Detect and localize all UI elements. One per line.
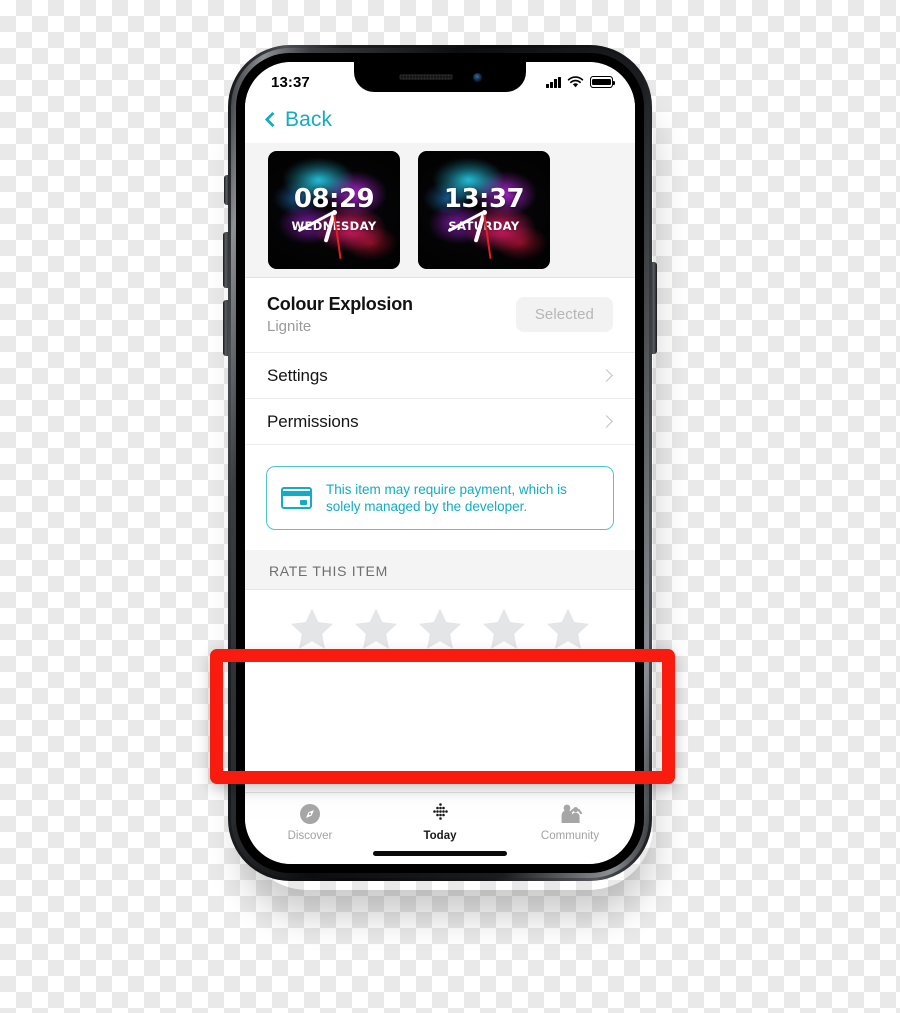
tab-today[interactable]: Today — [388, 802, 492, 842]
phone-frame-inner: 13:37 Back 08:29 13:37 SATURDAY Colour E… — [231, 48, 649, 878]
status-bar-time: 13:37 — [271, 73, 310, 91]
item-detail-text: Colour Explosion Lignite — [267, 294, 413, 335]
cellular-signal-icon — [546, 76, 561, 88]
tab-label: Today — [423, 830, 457, 842]
chevron-right-icon — [600, 369, 613, 382]
payment-notice-text: This item may require payment, which is … — [326, 482, 567, 514]
bottom-tab-bar: Discover Today Community — [245, 792, 635, 864]
star-icon[interactable] — [417, 607, 463, 651]
earpiece-speaker-icon — [398, 74, 453, 80]
compass-icon — [299, 802, 321, 825]
star-icon[interactable] — [545, 607, 591, 651]
rate-item-section: RATE THIS ITEM — [245, 550, 635, 670]
star-icon[interactable] — [481, 607, 527, 651]
list-item-permissions[interactable]: Permissions — [245, 399, 635, 445]
back-button-label: Back — [285, 107, 333, 131]
payment-notice: This item may require payment, which is … — [266, 466, 614, 530]
tab-discover[interactable]: Discover — [258, 802, 362, 842]
phone-screen: 13:37 Back 08:29 13:37 SATURDAY Colour E… — [245, 62, 635, 864]
chevron-right-icon — [600, 415, 613, 428]
selected-button[interactable]: Selected — [515, 297, 613, 332]
item-author: Lignite — [267, 318, 312, 335]
today-dots-icon — [429, 802, 452, 825]
credit-card-icon — [281, 487, 312, 509]
watchface-preview-card[interactable]: 08:29 WEDNESDAY — [268, 151, 400, 269]
people-icon — [558, 802, 583, 825]
notch — [354, 62, 526, 92]
list-item-settings[interactable]: Settings — [245, 353, 635, 399]
rate-section-header: RATE THIS ITEM — [245, 550, 635, 590]
front-camera-icon — [472, 72, 482, 82]
page-title: Colour Explosion — [267, 294, 413, 314]
phone-frame: 13:37 Back 08:29 13:37 SATURDAY Colour E… — [228, 45, 652, 881]
phone-bezel: 13:37 Back 08:29 13:37 SATURDAY Colour E… — [236, 53, 644, 873]
clock-center-pin — [331, 209, 337, 215]
list-item-label: Permissions — [267, 411, 359, 431]
watchface-preview-carousel[interactable]: 08:29 WEDNESDAY 13:37 SATURDAY — [245, 143, 635, 278]
home-indicator[interactable] — [373, 851, 507, 856]
watchface-preview-card[interactable]: 13:37 SATURDAY — [418, 151, 550, 269]
screenshot-stage: { "status_bar": { "time": "13:37", "sign… — [0, 0, 900, 1013]
star-rating-control[interactable] — [245, 590, 635, 670]
status-bar-icons — [546, 76, 616, 88]
item-detail-header: Colour Explosion Lignite Selected — [245, 278, 635, 353]
battery-full-icon — [590, 76, 616, 88]
clock-center-pin — [481, 209, 487, 215]
chevron-left-icon — [264, 111, 281, 128]
list-item-label: Settings — [267, 365, 328, 385]
tab-community[interactable]: Community — [518, 802, 622, 842]
star-icon[interactable] — [289, 607, 335, 651]
star-icon[interactable] — [353, 607, 399, 651]
wifi-icon — [567, 76, 584, 88]
payment-notice-container: This item may require payment, which is … — [245, 445, 635, 550]
navigation-bar: Back — [245, 96, 635, 143]
tab-label: Discover — [287, 830, 333, 842]
back-button[interactable]: Back — [264, 107, 333, 132]
tab-label: Community — [540, 830, 600, 842]
